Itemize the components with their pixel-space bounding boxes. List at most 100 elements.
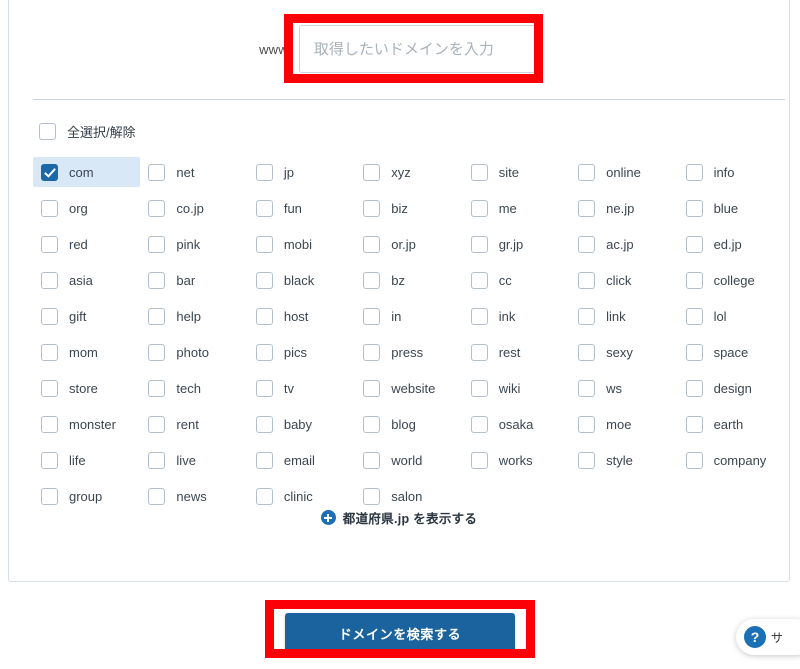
tld-checkbox[interactable] <box>578 379 596 397</box>
tld-item-world[interactable]: world <box>355 445 462 475</box>
tld-checkbox[interactable] <box>255 379 273 397</box>
tld-item-mobi[interactable]: mobi <box>248 229 355 259</box>
show-prefecture-jp-link[interactable]: 都道府県.jp を表示する <box>9 508 789 527</box>
tld-item-group[interactable]: group <box>33 481 140 511</box>
tld-checkbox[interactable] <box>41 163 58 181</box>
tld-checkbox[interactable] <box>41 343 58 361</box>
tld-item-rent[interactable]: rent <box>140 409 247 439</box>
tld-checkbox[interactable] <box>41 199 58 217</box>
tld-checkbox[interactable] <box>255 307 273 325</box>
tld-item-company[interactable]: company <box>678 445 785 475</box>
tld-checkbox[interactable] <box>148 235 166 253</box>
tld-checkbox[interactable] <box>578 163 596 181</box>
tld-item-pics[interactable]: pics <box>248 337 355 367</box>
tld-checkbox[interactable] <box>578 271 596 289</box>
help-support-widget[interactable]: ? サ <box>736 619 800 655</box>
tld-item-earth[interactable]: earth <box>678 409 785 439</box>
tld-item-photo[interactable]: photo <box>140 337 247 367</box>
tld-item-gift[interactable]: gift <box>33 301 140 331</box>
tld-checkbox[interactable] <box>363 307 381 325</box>
tld-item-space[interactable]: space <box>678 337 785 367</box>
tld-item-mom[interactable]: mom <box>33 337 140 367</box>
tld-item-black[interactable]: black <box>248 265 355 295</box>
tld-item-asia[interactable]: asia <box>33 265 140 295</box>
tld-checkbox[interactable] <box>41 451 58 469</box>
tld-item-info[interactable]: info <box>678 157 785 187</box>
tld-checkbox[interactable] <box>148 379 166 397</box>
tld-item-bar[interactable]: bar <box>140 265 247 295</box>
tld-checkbox[interactable] <box>148 199 166 217</box>
tld-item-ink[interactable]: ink <box>463 301 570 331</box>
tld-item-osaka[interactable]: osaka <box>463 409 570 439</box>
tld-checkbox[interactable] <box>470 163 488 181</box>
tld-checkbox[interactable] <box>41 487 58 505</box>
tld-item-blog[interactable]: blog <box>355 409 462 439</box>
tld-checkbox[interactable] <box>255 451 273 469</box>
tld-checkbox[interactable] <box>363 163 381 181</box>
tld-checkbox[interactable] <box>685 199 703 217</box>
tld-item-lol[interactable]: lol <box>678 301 785 331</box>
tld-item-website[interactable]: website <box>355 373 462 403</box>
tld-checkbox[interactable] <box>363 343 381 361</box>
tld-item-blue[interactable]: blue <box>678 193 785 223</box>
tld-checkbox[interactable] <box>255 235 273 253</box>
tld-item-link[interactable]: link <box>570 301 677 331</box>
tld-checkbox[interactable] <box>685 451 703 469</box>
tld-checkbox[interactable] <box>470 415 488 433</box>
tld-checkbox[interactable] <box>685 379 703 397</box>
search-domain-button[interactable]: ドメインを検索する <box>285 613 515 653</box>
tld-item-store[interactable]: store <box>33 373 140 403</box>
tld-item-jp[interactable]: jp <box>248 157 355 187</box>
tld-item-ne-jp[interactable]: ne.jp <box>570 193 677 223</box>
tld-item-or-jp[interactable]: or.jp <box>355 229 462 259</box>
tld-checkbox[interactable] <box>578 415 596 433</box>
tld-item-live[interactable]: live <box>140 445 247 475</box>
tld-checkbox[interactable] <box>41 379 58 397</box>
tld-checkbox[interactable] <box>255 163 273 181</box>
domain-search-input[interactable] <box>298 25 539 73</box>
tld-checkbox[interactable] <box>148 307 166 325</box>
tld-checkbox[interactable] <box>578 199 596 217</box>
tld-checkbox[interactable] <box>470 379 488 397</box>
tld-item-net[interactable]: net <box>140 157 247 187</box>
tld-item-cc[interactable]: cc <box>463 265 570 295</box>
tld-item-in[interactable]: in <box>355 301 462 331</box>
tld-item-college[interactable]: college <box>678 265 785 295</box>
tld-checkbox[interactable] <box>578 235 596 253</box>
tld-item-press[interactable]: press <box>355 337 462 367</box>
tld-checkbox[interactable] <box>148 163 166 181</box>
tld-item-style[interactable]: style <box>570 445 677 475</box>
tld-checkbox[interactable] <box>470 235 488 253</box>
tld-checkbox[interactable] <box>470 343 488 361</box>
tld-item-fun[interactable]: fun <box>248 193 355 223</box>
tld-item-sexy[interactable]: sexy <box>570 337 677 367</box>
tld-item-host[interactable]: host <box>248 301 355 331</box>
tld-item-life[interactable]: life <box>33 445 140 475</box>
tld-item-ws[interactable]: ws <box>570 373 677 403</box>
tld-checkbox[interactable] <box>470 271 488 289</box>
tld-item-baby[interactable]: baby <box>248 409 355 439</box>
tld-checkbox[interactable] <box>41 235 58 253</box>
tld-item-org[interactable]: org <box>33 193 140 223</box>
tld-item-bz[interactable]: bz <box>355 265 462 295</box>
tld-item-salon[interactable]: salon <box>355 481 462 511</box>
tld-item-xyz[interactable]: xyz <box>355 157 462 187</box>
tld-checkbox[interactable] <box>578 451 596 469</box>
tld-checkbox[interactable] <box>578 307 596 325</box>
tld-checkbox[interactable] <box>41 307 58 325</box>
tld-item-online[interactable]: online <box>570 157 677 187</box>
tld-item-me[interactable]: me <box>463 193 570 223</box>
tld-checkbox[interactable] <box>255 487 273 505</box>
tld-item-click[interactable]: click <box>570 265 677 295</box>
tld-item-works[interactable]: works <box>463 445 570 475</box>
tld-item-news[interactable]: news <box>140 481 247 511</box>
tld-checkbox[interactable] <box>470 451 488 469</box>
tld-checkbox[interactable] <box>685 235 703 253</box>
tld-item-wiki[interactable]: wiki <box>463 373 570 403</box>
tld-item-tv[interactable]: tv <box>248 373 355 403</box>
tld-checkbox[interactable] <box>363 487 381 505</box>
tld-checkbox[interactable] <box>363 235 381 253</box>
tld-item-clinic[interactable]: clinic <box>248 481 355 511</box>
tld-checkbox[interactable] <box>685 163 703 181</box>
tld-item-design[interactable]: design <box>678 373 785 403</box>
